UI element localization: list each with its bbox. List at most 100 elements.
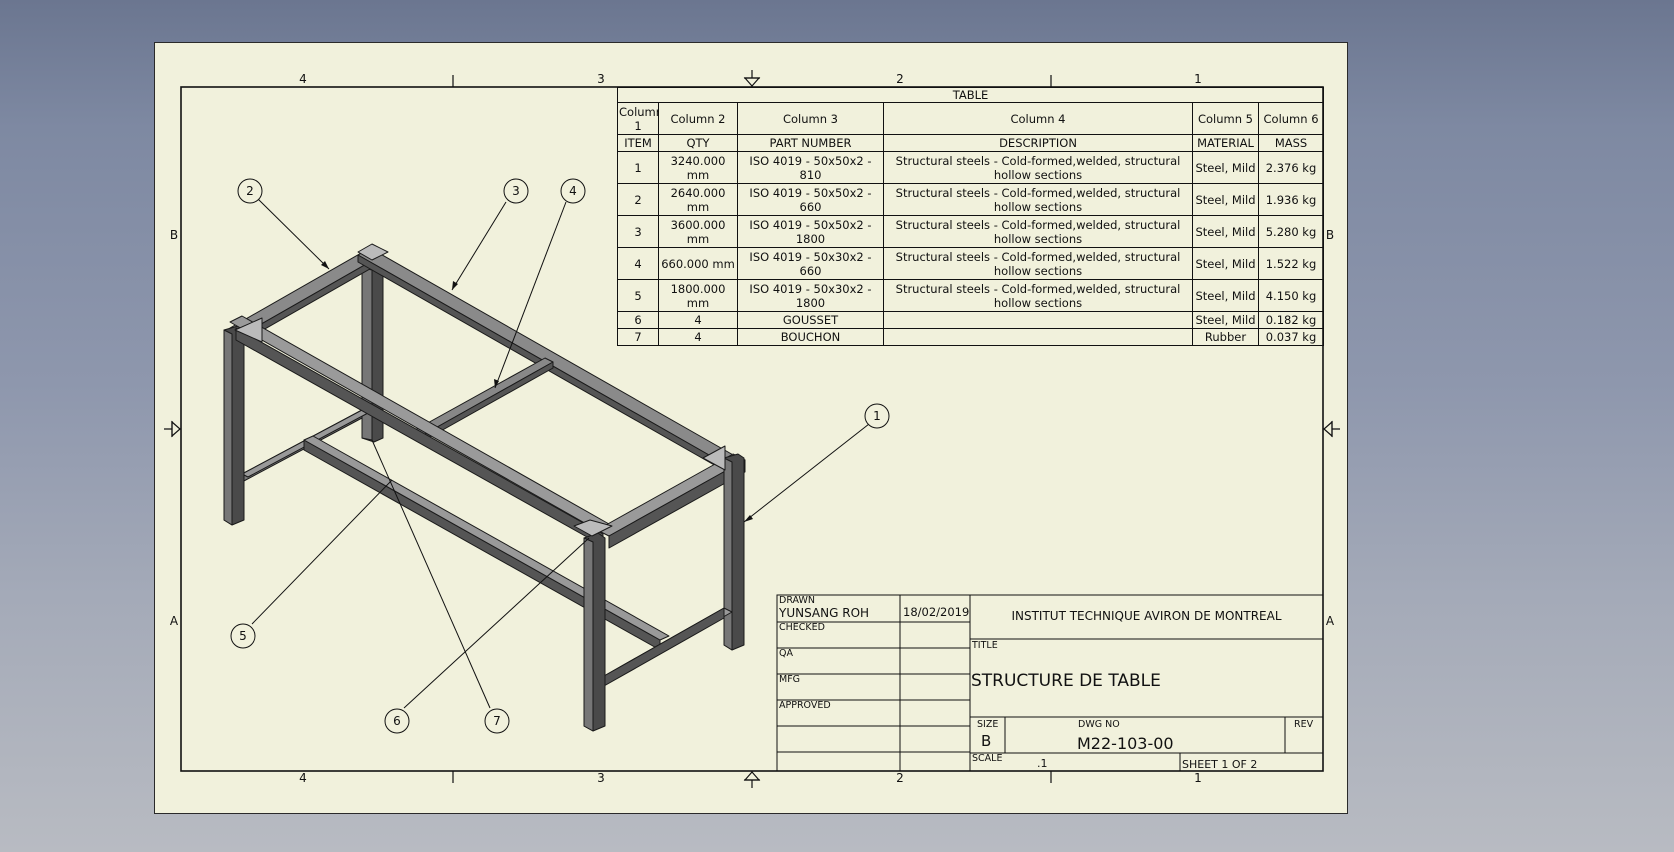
drawn-date: 18/02/2019: [903, 605, 970, 619]
qa-label: QA: [779, 648, 793, 659]
bom-subheader-cell: MASS: [1257, 134, 1325, 152]
bom-cell: 6: [617, 311, 659, 329]
checked-label: CHECKED: [779, 622, 825, 633]
bom-cell: BOUCHON: [737, 328, 884, 346]
zone-label-top: 1: [1194, 72, 1202, 86]
bom-cell: Steel, Mild: [1192, 183, 1259, 216]
balloon-label: 2: [246, 184, 254, 198]
bom-cell: 2.376 kg: [1257, 151, 1325, 184]
drawing-title: STRUCTURE DE TABLE: [971, 671, 1161, 691]
bom-cell: Structural steels - Cold-formed,welded, …: [883, 183, 1193, 216]
bom-cell: 2: [617, 183, 659, 216]
mfg-label: MFG: [779, 674, 801, 685]
bom-cell: Steel, Mild: [1192, 279, 1259, 312]
bom-cell: Structural steels - Cold-formed,welded, …: [883, 279, 1193, 312]
bom-cell: 3: [617, 215, 659, 248]
zone-label-bottom: 2: [896, 771, 904, 785]
zone-label-left: A: [170, 614, 179, 628]
balloon-label: 1: [873, 409, 881, 423]
table-row: 5 1800.000 mm ISO 4019 - 50x30x2 - 1800 …: [617, 279, 1325, 312]
table-row: 2 2640.000 mm ISO 4019 - 50x50x2 - 660 S…: [617, 183, 1325, 216]
approved-label: APPROVED: [779, 700, 831, 711]
size-label: SIZE: [977, 719, 999, 730]
bom-cell: ISO 4019 - 50x50x2 - 810: [737, 151, 884, 184]
bom-cell: 1800.000 mm: [658, 279, 738, 312]
bom-cell: [883, 328, 1193, 346]
bom-cell: 2640.000 mm: [658, 183, 738, 216]
bom-cell: Steel, Mild: [1192, 151, 1259, 184]
drawn-label: DRAWN: [779, 595, 816, 606]
bom-cell: 0.037 kg: [1257, 328, 1325, 346]
bom-cell: 1.936 kg: [1257, 183, 1325, 216]
bom-cell: 660.000 mm: [658, 247, 738, 280]
bom-cell: ISO 4019 - 50x50x2 - 660: [737, 183, 884, 216]
zone-label-right: B: [1326, 228, 1334, 242]
bom-cell: 4: [658, 328, 738, 346]
table-row: 4 660.000 mm ISO 4019 - 50x30x2 - 660 St…: [617, 247, 1325, 280]
bom-cell: 4: [658, 311, 738, 329]
balloon-label: 3: [512, 184, 520, 198]
bom-cell: Rubber: [1192, 328, 1259, 346]
balloon-label: 5: [239, 629, 247, 643]
bom-subheader-cell: QTY: [658, 134, 738, 152]
bom-cell: 3600.000 mm: [658, 215, 738, 248]
bom-cell: ISO 4019 - 50x30x2 - 660: [737, 247, 884, 280]
bom-header-cell: Column 3: [737, 102, 884, 135]
bom-header-cell: Column 1: [617, 102, 659, 135]
title-block: DRAWN YUNSANG ROH 18/02/2019 CHECKED QA …: [777, 595, 1323, 772]
bom-cell: 7: [617, 328, 659, 346]
company-name: INSTITUT TECHNIQUE AVIRON DE MONTREAL: [1011, 609, 1282, 623]
bom-cell: Steel, Mild: [1192, 247, 1259, 280]
bom-cell: 4.150 kg: [1257, 279, 1325, 312]
bom-header-cell: Column 6: [1257, 102, 1325, 135]
zone-label-top: 2: [896, 72, 904, 86]
bom-cell: [883, 311, 1193, 329]
zone-label-top: 3: [597, 72, 605, 86]
scale-value: .1: [1037, 757, 1048, 770]
scale-label: SCALE: [972, 753, 1003, 764]
bom-cell: Steel, Mild: [1192, 215, 1259, 248]
bom-cell: Structural steels - Cold-formed,welded, …: [883, 215, 1193, 248]
bom-header-cell: Column 2: [658, 102, 738, 135]
parts-list-table: TABLE Column 1 Column 2 Column 3 Column …: [616, 87, 1325, 346]
table-row: 3 3600.000 mm ISO 4019 - 50x50x2 - 1800 …: [617, 215, 1325, 248]
bom-cell: ISO 4019 - 50x50x2 - 1800: [737, 215, 884, 248]
bom-subheader-cell: ITEM: [617, 134, 659, 152]
bom-cell: 1.522 kg: [1257, 247, 1325, 280]
table-row: 7 4 BOUCHON Rubber 0.037 kg: [617, 328, 1325, 346]
bom-subheader-cell: PART NUMBER: [737, 134, 884, 152]
bom-header-cell: Column 4: [883, 102, 1193, 135]
drawing-number: M22-103-00: [1077, 734, 1174, 753]
bom-cell: ISO 4019 - 50x30x2 - 1800: [737, 279, 884, 312]
zone-label-bottom: 3: [597, 771, 605, 785]
balloon-label: 7: [493, 714, 501, 728]
dwg-no-label: DWG NO: [1078, 719, 1120, 730]
bom-cell: 0.182 kg: [1257, 311, 1325, 329]
bom-cell: 3240.000 mm: [658, 151, 738, 184]
rev-label: REV: [1294, 719, 1314, 730]
zone-label-right: A: [1326, 614, 1335, 628]
title-label: TITLE: [972, 640, 998, 651]
zone-label-bottom: 4: [299, 771, 307, 785]
balloon-label: 6: [393, 714, 401, 728]
zone-label-top: 4: [299, 72, 307, 86]
bom-cell: GOUSSET: [737, 311, 884, 329]
bom-cell: 1: [617, 151, 659, 184]
bom-cell: Steel, Mild: [1192, 311, 1259, 329]
zone-label-left: B: [170, 228, 178, 242]
bom-cell: 4: [617, 247, 659, 280]
bom-cell: Structural steels - Cold-formed,welded, …: [883, 247, 1193, 280]
bom-title: TABLE: [616, 87, 1325, 103]
drawn-by: YUNSANG ROH: [779, 606, 870, 620]
table-row: 1 3240.000 mm ISO 4019 - 50x50x2 - 810 S…: [617, 151, 1325, 184]
balloon-label: 4: [569, 184, 577, 198]
sheet-size: B: [981, 732, 992, 750]
bom-header-cell: Column 5: [1192, 102, 1259, 135]
bom-cell: 5.280 kg: [1257, 215, 1325, 248]
zone-label-bottom: 1: [1194, 771, 1202, 785]
bom-cell: Structural steels - Cold-formed,welded, …: [883, 151, 1193, 184]
bom-subheader-cell: MATERIAL: [1192, 134, 1259, 152]
bom-cell: 5: [617, 279, 659, 312]
table-row: 6 4 GOUSSET Steel, Mild 0.182 kg: [617, 311, 1325, 329]
bom-subheader-cell: DESCRIPTION: [883, 134, 1193, 152]
